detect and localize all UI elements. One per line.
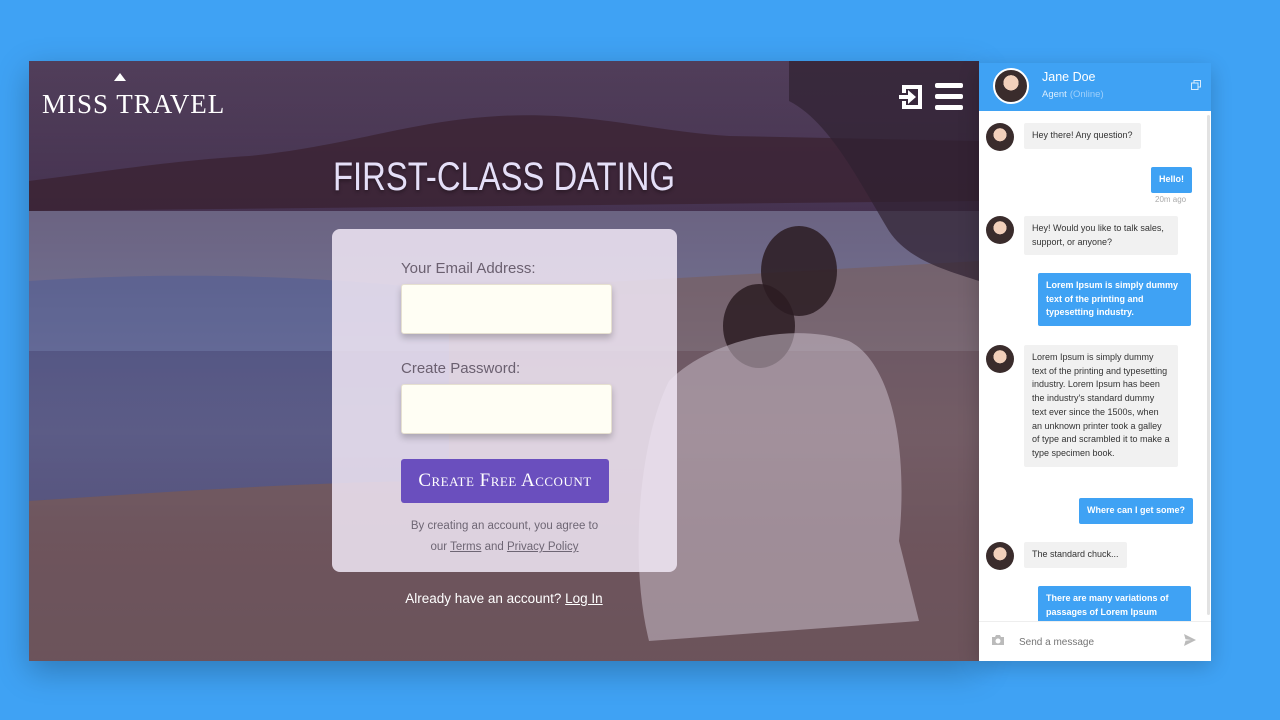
terms-our: our [430, 541, 448, 553]
chat-widget: Jane Doe Agent (Online) Hey there! Any qu… [979, 63, 1211, 661]
chat-messages: Hey there! Any question? Hello! 20m ago … [979, 111, 1211, 621]
chat-composer [979, 621, 1211, 661]
login-link[interactable]: Log In [565, 591, 603, 606]
page-headline: FIRST-CLASS DATING [332, 155, 676, 199]
camera-icon[interactable] [991, 634, 1005, 646]
message-timestamp: 20m ago [1155, 195, 1187, 204]
terms-line: our Terms and Privacy Policy [332, 537, 677, 558]
terms-and: and [484, 541, 504, 553]
message-input[interactable] [1017, 632, 1171, 652]
agent-role-label: Agent [1042, 89, 1067, 100]
agent-avatar-small [986, 542, 1014, 570]
email-field[interactable] [401, 284, 612, 334]
agent-avatar-small [986, 123, 1014, 151]
agent-name: Jane Doe [1042, 70, 1096, 84]
brand-logo[interactable]: MISS TRAVEL [42, 73, 226, 120]
message-user: Lorem Ipsum is simply dummy text of the … [1038, 273, 1191, 327]
login-prompt: Already have an account? Log In [29, 591, 979, 606]
agent-status: (Online) [1069, 89, 1104, 100]
terms-link[interactable]: Terms [450, 541, 481, 553]
login-prompt-text: Already have an account? [405, 591, 562, 606]
brand-name: MISS TRAVEL [42, 89, 226, 119]
terms-notice: By creating an account, you agree to our… [332, 516, 677, 558]
password-field[interactable] [401, 384, 612, 434]
send-icon[interactable] [1183, 633, 1197, 647]
restore-window-icon[interactable] [1191, 80, 1201, 90]
hero-section: MISS TRAVEL FIRST-CLASS DATING Your Emai… [29, 61, 979, 661]
login-icon[interactable] [899, 83, 925, 111]
chat-header: Jane Doe Agent (Online) [979, 63, 1211, 111]
create-account-button[interactable]: Create Free Account [401, 459, 609, 503]
agent-avatar [993, 68, 1029, 104]
terms-prefix: By creating an account, you agree to [410, 520, 599, 532]
signup-card: Your Email Address: Create Password: Cre… [332, 229, 677, 572]
email-label: Your Email Address: [401, 260, 536, 277]
password-label: Create Password: [401, 360, 521, 377]
agent-avatar-small [986, 345, 1014, 373]
message-agent: Hey there! Any question? [1024, 123, 1141, 149]
chat-scrollbar[interactable] [1207, 115, 1210, 615]
message-user: There are many variations of passages of… [1038, 586, 1191, 621]
message-user: Hello! [1151, 167, 1193, 193]
logo-caret-icon [114, 73, 126, 81]
menu-bar [935, 105, 963, 110]
agent-avatar-small [986, 216, 1014, 244]
privacy-policy-link[interactable]: Privacy Policy [507, 541, 579, 553]
message-agent: The standard chuck... [1024, 542, 1127, 568]
menu-bar [935, 83, 963, 88]
message-user: Where can I get some? [1079, 498, 1194, 524]
agent-role: Agent (Online) [1042, 89, 1104, 100]
message-agent: Lorem Ipsum is simply dummy text of the … [1024, 345, 1178, 467]
menu-icon[interactable] [935, 83, 963, 111]
menu-bar [935, 94, 963, 99]
message-agent: Hey! Would you like to talk sales, suppo… [1024, 216, 1178, 256]
